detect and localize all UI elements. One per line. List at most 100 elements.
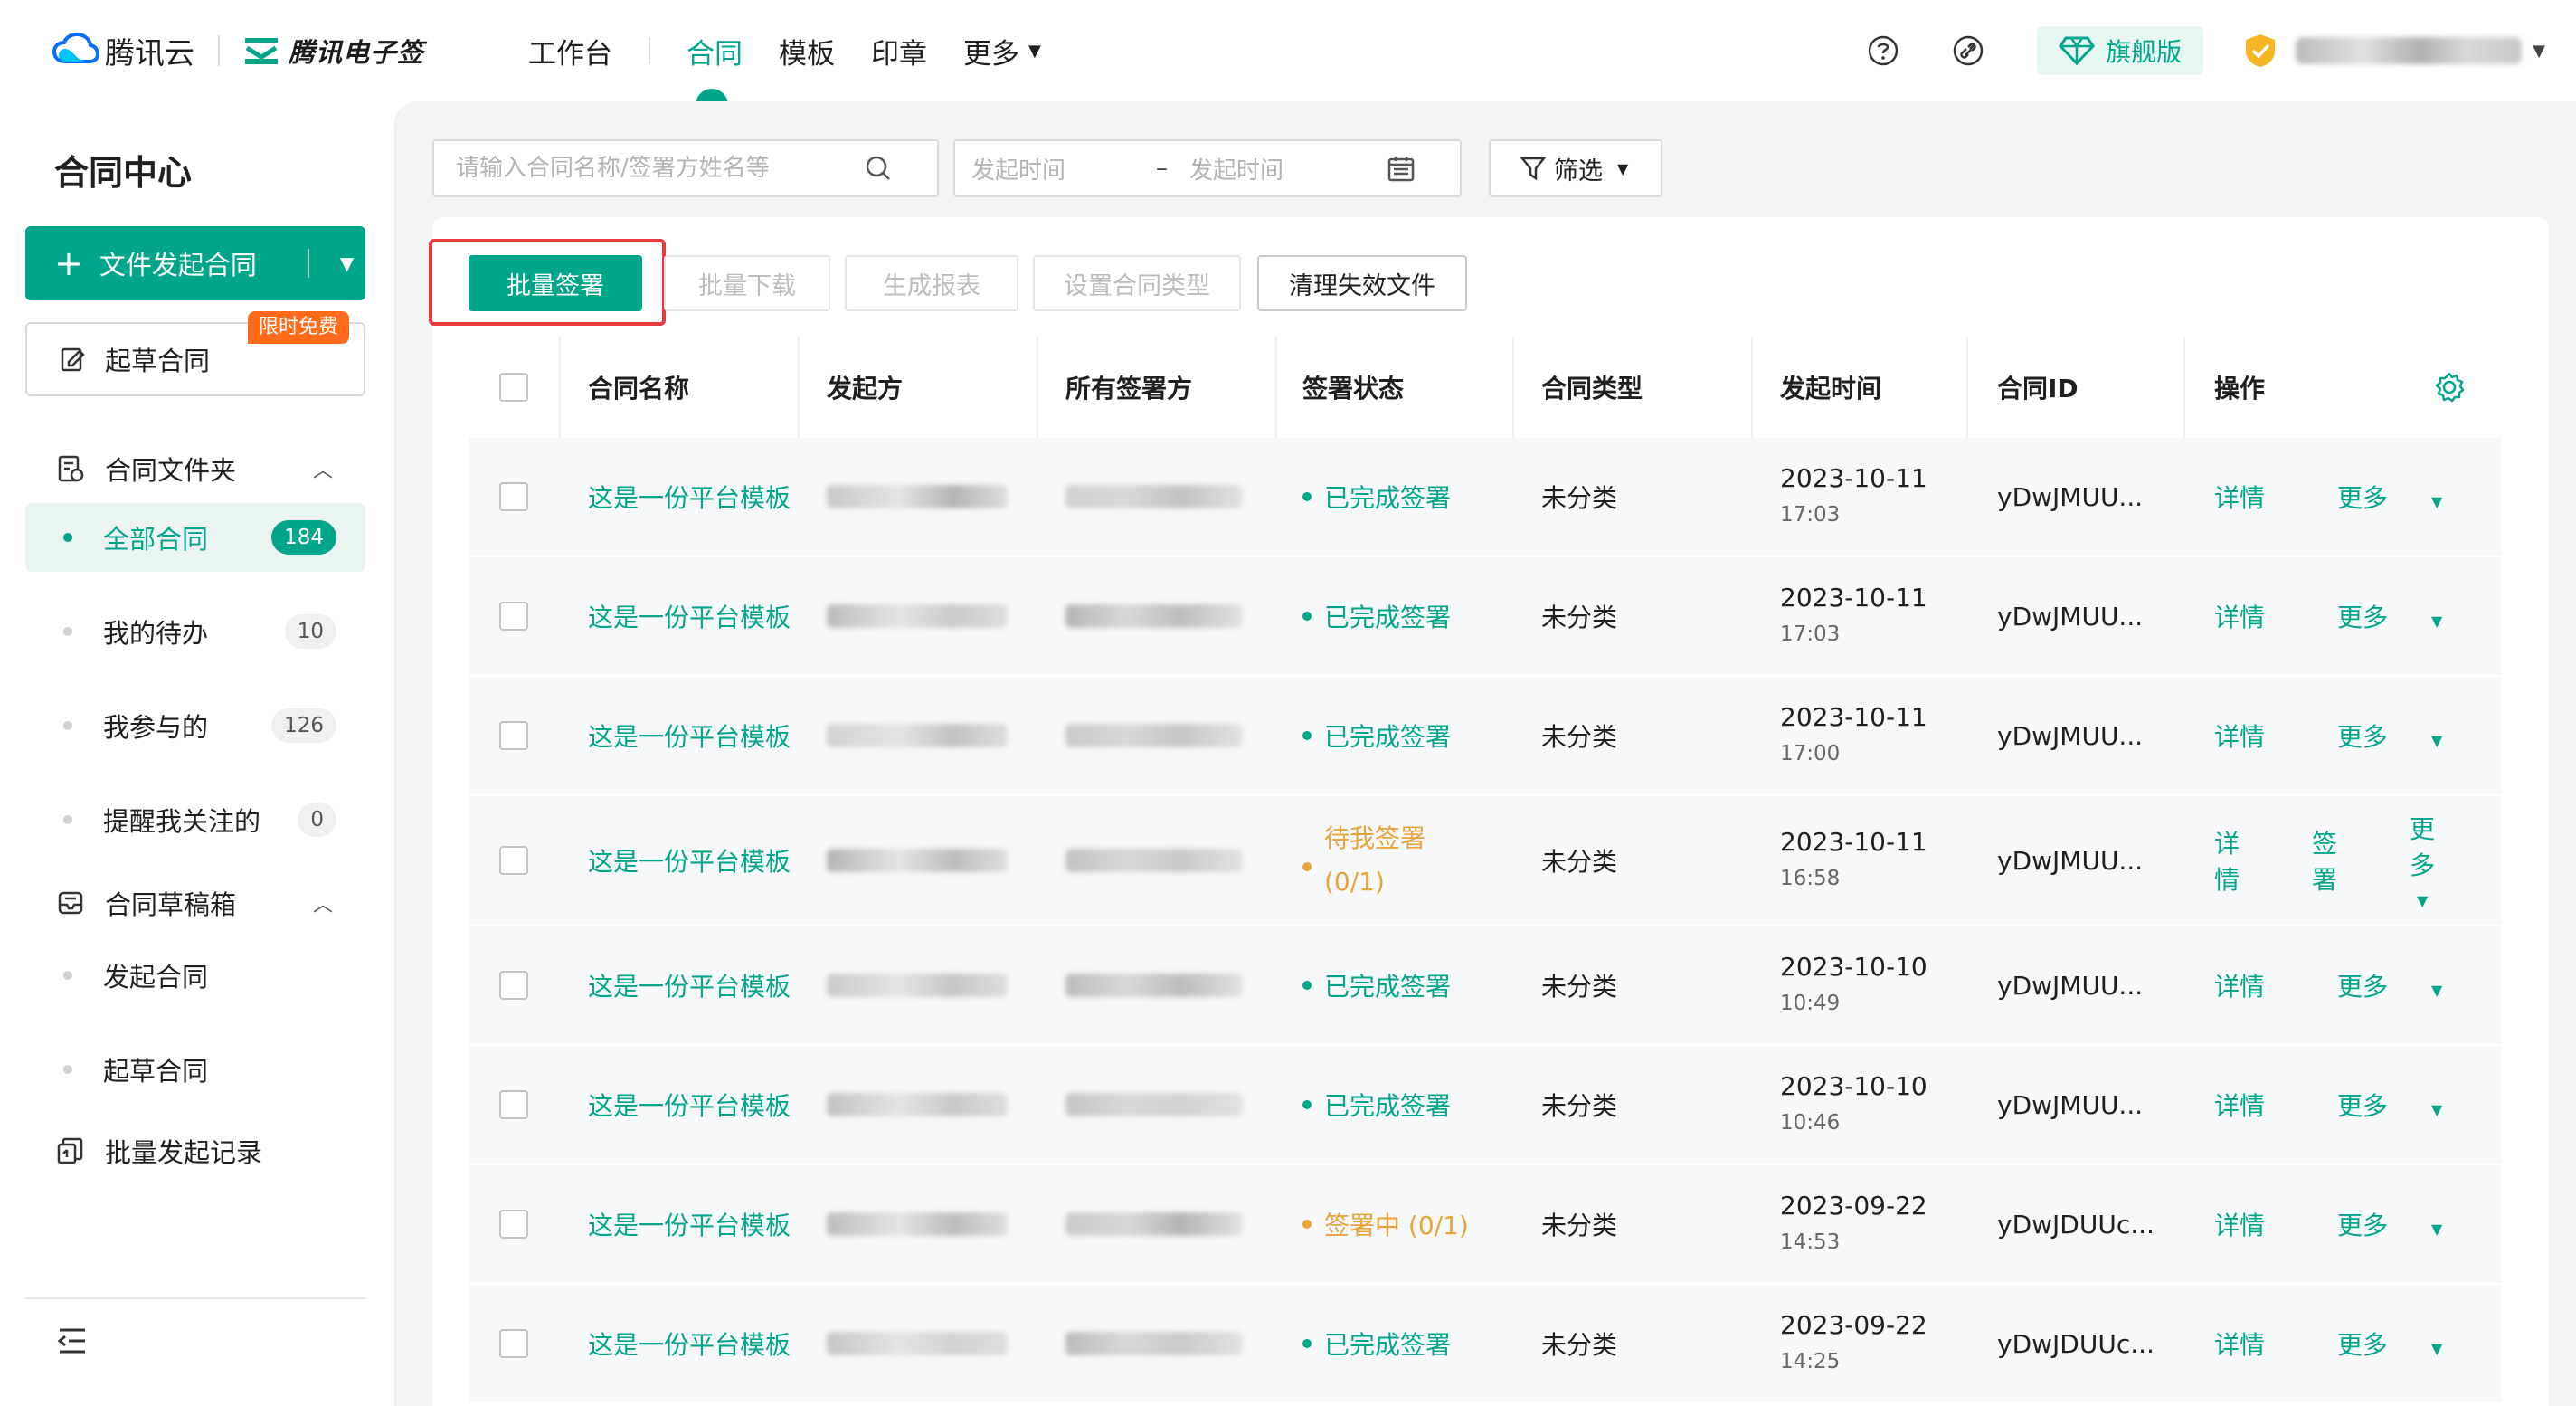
action-detail-link[interactable]: 详情 [2214, 1087, 2301, 1123]
date-range-picker[interactable]: 发起时间 – 发起时间 [953, 139, 1462, 197]
contract-name-link[interactable]: 这是一份平台模板 [588, 967, 791, 1003]
date-end-placeholder[interactable]: 发起时间 [1189, 152, 1379, 185]
filter-button[interactable]: 筛选 ▼ [1489, 139, 1662, 197]
row-checkbox[interactable] [499, 971, 528, 1000]
sidebar-item-draft-compose[interactable]: 起草合同 [25, 1035, 365, 1104]
search-field[interactable] [432, 139, 939, 197]
start-time: 2023-09-22 14:53 [1780, 1188, 1927, 1260]
search-input[interactable] [456, 155, 854, 182]
action-more-link[interactable]: 更多 ▼ [2337, 717, 2442, 754]
action-detail-link[interactable]: 详情 [2214, 967, 2301, 1003]
nav-more[interactable]: 更多 ▼ [963, 0, 1041, 101]
row-actions: 详情 更多 ▼ [2214, 967, 2478, 1003]
contract-name-link[interactable]: 这是一份平台模板 [588, 1206, 791, 1242]
sign-status: 已完成签署 [1302, 1325, 1451, 1362]
collapse-menu-icon[interactable] [54, 1323, 90, 1359]
calendar-icon[interactable] [1387, 154, 1416, 183]
nav-seal[interactable]: 印章 [871, 0, 927, 101]
initiator-blurred [827, 974, 1008, 997]
nav-label: 更多 [963, 37, 1019, 71]
column-separator [1512, 337, 1514, 438]
header-initiator: 发起方 [827, 374, 904, 404]
contract-name-link[interactable]: 这是一份平台模板 [588, 842, 791, 879]
search-icon[interactable] [863, 153, 894, 184]
action-more-link[interactable]: 更多 ▼ [2337, 967, 2442, 1003]
action-more-link[interactable]: 更多 ▼ [2337, 1325, 2442, 1362]
count-badge: 184 [271, 520, 336, 555]
action-detail-link[interactable]: 详情 [2214, 598, 2301, 634]
sidebar-item-all-contracts[interactable]: 全部合同 184 [25, 503, 365, 572]
start-contract-button[interactable]: + 文件发起合同 ▼ [25, 226, 365, 300]
start-time: 2023-09-22 14:25 [1780, 1307, 1927, 1380]
button-split-divider [307, 249, 309, 278]
status-dot [1302, 1220, 1312, 1229]
generate-report-button[interactable]: 生成报表 [845, 255, 1018, 311]
initiator-cell [827, 557, 1008, 675]
action-more-link[interactable]: 更多 ▼ [2337, 598, 2442, 634]
row-checkbox[interactable] [499, 721, 528, 750]
action-detail-link[interactable]: 详情 [2214, 1325, 2301, 1362]
set-contract-type-button[interactable]: 设置合同类型 [1033, 255, 1241, 311]
action-label: 更多 [2337, 1330, 2389, 1360]
date-start-placeholder[interactable]: 发起时间 [971, 152, 1152, 185]
nav-template[interactable]: 模板 [779, 0, 835, 101]
batch-download-button[interactable]: 批量下载 [664, 255, 830, 311]
row-actions: 详情 更多 ▼ [2214, 1087, 2478, 1123]
nav-contract[interactable]: 合同 [687, 0, 743, 105]
account-name-blurred[interactable] [2296, 37, 2523, 64]
sidebar-group-batch-records[interactable]: 批量发起记录 [25, 1115, 365, 1187]
caret-down-icon[interactable]: ▼ [340, 252, 354, 274]
row-checkbox[interactable] [499, 482, 528, 511]
sidebar-item-draft-start[interactable]: 发起合同 [25, 941, 365, 1010]
action-more-link[interactable]: 更多 ▼ [2337, 1087, 2442, 1123]
contract-type: 未分类 [1541, 1091, 1618, 1121]
action-detail-link[interactable]: 详情 [2214, 824, 2276, 897]
row-checkbox[interactable] [499, 1329, 528, 1358]
caret-down-icon[interactable]: ▼ [2533, 42, 2545, 61]
column-separator [798, 337, 800, 438]
row-checkbox[interactable] [499, 1210, 528, 1239]
contract-name-link[interactable]: 这是一份平台模板 [588, 479, 791, 515]
action-more-link[interactable]: 更多 ▼ [2337, 1206, 2442, 1242]
start-time-cell: 2023-10-11 16:58 [1780, 796, 1927, 925]
sidebar-group-folder[interactable]: 合同文件夹 ︿ [25, 432, 365, 505]
contract-type-cell: 未分类 [1541, 557, 1617, 675]
brand[interactable]: 腾讯云 腾讯电子签 [52, 27, 424, 74]
count-badge: 0 [298, 803, 336, 837]
sidebar-item-watched[interactable]: 提醒我关注的 0 [25, 785, 365, 854]
initiator-blurred [827, 1212, 1008, 1236]
initiator-cell [827, 796, 1008, 925]
row-checkbox[interactable] [499, 846, 528, 875]
contract-type-cell: 未分类 [1541, 926, 1617, 1044]
link-icon[interactable] [1952, 34, 1984, 67]
clean-invalid-files-button[interactable]: 清理失效文件 [1257, 255, 1467, 311]
nav-workbench[interactable]: 工作台 [528, 0, 612, 101]
column-separator [559, 337, 561, 438]
start-clock: 14:53 [1780, 1230, 1841, 1254]
filter-label: 筛选 [1554, 157, 1603, 185]
action-detail-link[interactable]: 详情 [2214, 479, 2301, 515]
header-contract-type: 合同类型 [1541, 374, 1643, 404]
status-dot [1302, 862, 1312, 871]
action-more-link[interactable]: 更多 ▼ [2410, 810, 2471, 912]
row-checkbox[interactable] [499, 602, 528, 631]
row-checkbox[interactable] [499, 1090, 528, 1119]
contract-name-link[interactable]: 这是一份平台模板 [588, 1087, 791, 1123]
action-detail-link[interactable]: 详情 [2214, 1206, 2301, 1242]
row-actions: 详情 更多 ▼ [2214, 1206, 2478, 1242]
sidebar-item-my-todo[interactable]: 我的待办 10 [25, 597, 365, 666]
gear-icon[interactable] [2433, 371, 2466, 404]
sidebar-item-participated[interactable]: 我参与的 126 [25, 691, 365, 760]
contract-name-link[interactable]: 这是一份平台模板 [588, 598, 791, 634]
contract-name-link[interactable]: 这是一份平台模板 [588, 1325, 791, 1362]
select-all-checkbox[interactable] [499, 373, 528, 402]
edition-badge[interactable]: 旗舰版 [2037, 26, 2204, 75]
action-sign-link[interactable]: 签署 [2312, 824, 2373, 897]
row-select-cell [499, 1285, 528, 1402]
help-icon[interactable] [1867, 34, 1899, 67]
contract-name-link[interactable]: 这是一份平台模板 [588, 717, 791, 754]
sidebar-group-drafts[interactable]: 合同草稿箱 ︿ [25, 867, 365, 939]
contract-name-cell: 这是一份平台模板 [588, 557, 791, 675]
action-more-link[interactable]: 更多 ▼ [2337, 479, 2442, 515]
action-detail-link[interactable]: 详情 [2214, 717, 2301, 754]
